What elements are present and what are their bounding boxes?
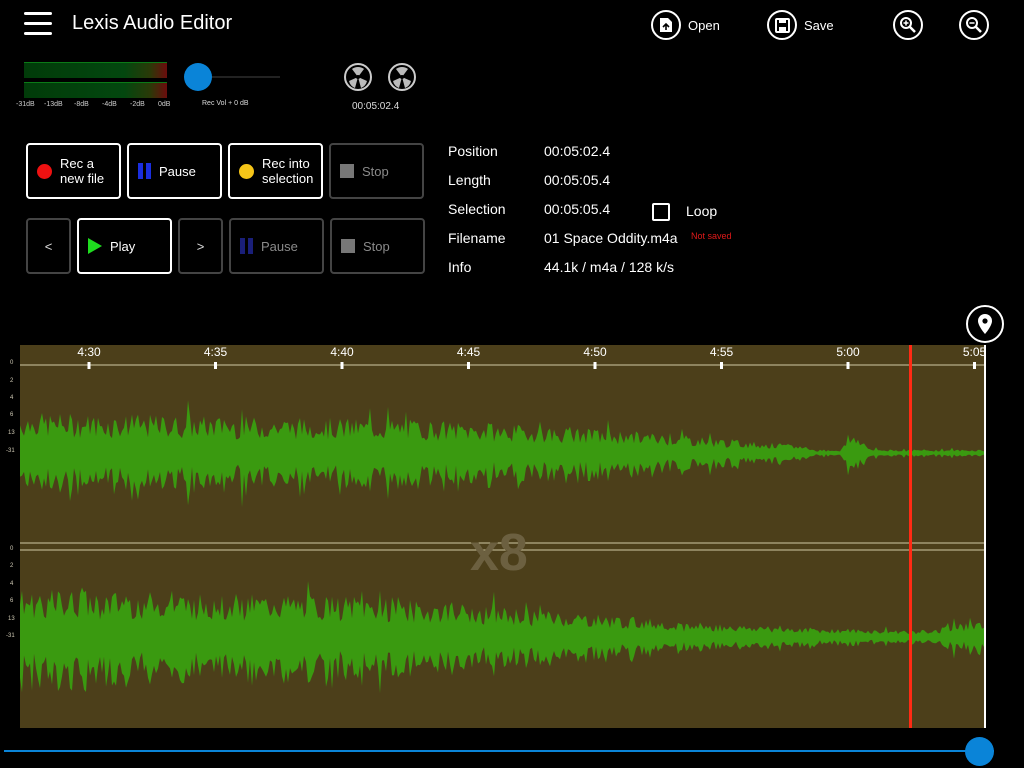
- tape-reel-icon: [388, 63, 416, 91]
- pause-icon: [138, 163, 151, 179]
- meter-scale-label: -8dB: [74, 101, 89, 108]
- position-scroll-thumb[interactable]: [965, 737, 994, 766]
- timeline-tick-label: 5:00: [836, 345, 860, 359]
- zoom-level: x8: [470, 524, 528, 582]
- loop-label[interactable]: Loop: [686, 203, 717, 219]
- timeline-tick-label: 5:05: [962, 345, 987, 359]
- waveform-right-channel: [20, 581, 986, 694]
- timeline-tick-label: 4:50: [583, 345, 607, 359]
- rec-stop-button[interactable]: Stop: [329, 143, 424, 199]
- tape-reel-icon: [344, 63, 372, 91]
- level-meter-left: [24, 62, 167, 78]
- db-scale-label: 2: [10, 378, 14, 384]
- open-file-icon: [651, 10, 681, 40]
- record-dot-icon: [37, 163, 52, 179]
- stop-icon: [340, 164, 354, 178]
- prev-button[interactable]: <: [26, 218, 71, 274]
- play-pause-label: Pause: [261, 238, 298, 254]
- meter-scale-label: -13dB: [44, 101, 63, 108]
- db-scale-label: 6: [10, 598, 14, 604]
- prev-label: <: [44, 238, 53, 254]
- playhead-cursor[interactable]: [909, 345, 912, 728]
- timeline-tick-label: 4:55: [709, 345, 734, 359]
- db-scale-label: 4: [10, 581, 14, 587]
- level-meter-right: [24, 82, 167, 98]
- db-scale-label: 0: [10, 546, 14, 552]
- play-icon: [88, 238, 102, 254]
- rec-new-file-button[interactable]: Rec a new file: [26, 143, 121, 199]
- zoom-in-button[interactable]: [893, 8, 923, 42]
- floppy-disk-icon: [767, 10, 797, 40]
- rec-new-file-label-line2: new file: [60, 171, 105, 186]
- rec-new-file-label-line1: Rec a: [60, 156, 94, 171]
- length-value: 00:05:05.4: [544, 172, 611, 188]
- play-button[interactable]: Play: [77, 218, 172, 274]
- db-scale-label: 13: [8, 430, 15, 436]
- db-scale-label: -31: [6, 633, 15, 639]
- play-stop-button[interactable]: Stop: [330, 218, 425, 274]
- zoom-in-icon: [893, 10, 923, 40]
- db-scale-label: 4: [10, 395, 14, 401]
- record-dot-icon: [239, 163, 254, 179]
- timeline-tick-label: 4:35: [203, 345, 228, 359]
- filename-label: Filename: [448, 230, 506, 246]
- db-scale-label: 0: [10, 360, 14, 366]
- rec-volume-label: Rec Vol + 0 dB: [202, 100, 249, 107]
- play-pause-button[interactable]: Pause: [229, 218, 324, 274]
- app-title: Lexis Audio Editor: [72, 12, 233, 34]
- filename-value: 01 Space Oddity.m4a: [544, 230, 678, 246]
- position-scroll-track[interactable]: [4, 750, 994, 752]
- meter-scale-label: 0dB: [158, 101, 171, 108]
- open-button[interactable]: Open: [651, 8, 720, 42]
- timeline-tick-label: 4:30: [77, 345, 101, 359]
- meter-scale-label: -2dB: [130, 101, 145, 108]
- reel-time: 00:05:02.4: [352, 101, 400, 112]
- rec-into-selection-label-line2: selection: [262, 171, 314, 186]
- location-pin-icon: [978, 314, 992, 334]
- pause-icon: [240, 238, 253, 254]
- info-value: 44.1k / m4a / 128 k/s: [544, 259, 674, 275]
- zoom-out-button[interactable]: [959, 8, 989, 42]
- marker-pin-button[interactable]: [966, 305, 1004, 343]
- waveform-view[interactable]: 4:30 4:35 4:40 4:45 4:50 4:55 5:00 5:05 0 2 4 6…: [6, 345, 987, 728]
- open-label: Open: [688, 17, 720, 33]
- rec-volume-track[interactable]: [200, 76, 280, 78]
- db-scale-label: 2: [10, 563, 14, 569]
- stop-icon: [341, 239, 355, 253]
- rec-stop-label: Stop: [362, 163, 389, 179]
- length-label: Length: [448, 172, 491, 188]
- zoom-out-icon: [959, 10, 989, 40]
- menu-icon[interactable]: [24, 12, 52, 36]
- selection-label: Selection: [448, 201, 506, 217]
- waveform-left-channel: [20, 400, 986, 508]
- db-scale-label: -31: [6, 448, 15, 454]
- save-label: Save: [804, 17, 834, 33]
- timeline-tick-label: 4:45: [456, 345, 481, 359]
- next-button[interactable]: >: [178, 218, 223, 274]
- rec-volume-slider-thumb[interactable]: [184, 63, 212, 91]
- next-label: >: [196, 238, 205, 254]
- db-scale-label: 6: [10, 412, 14, 418]
- play-stop-label: Stop: [363, 238, 390, 254]
- rec-pause-label: Pause: [159, 163, 196, 179]
- db-scale-label: 13: [8, 616, 15, 622]
- play-label: Play: [110, 238, 136, 254]
- timeline-tick-label: 4:40: [330, 345, 354, 359]
- selection-value: 00:05:05.4: [544, 201, 611, 217]
- meter-scale-label: -31dB: [16, 101, 35, 108]
- rec-pause-button[interactable]: Pause: [127, 143, 222, 199]
- not-saved-badge: Not saved: [691, 231, 732, 241]
- position-label: Position: [448, 143, 498, 159]
- loop-checkbox[interactable]: [652, 203, 670, 221]
- rec-into-selection-label-line1: Rec into: [262, 156, 310, 171]
- rec-into-selection-button[interactable]: Rec into selection: [228, 143, 323, 199]
- save-button[interactable]: Save: [767, 8, 834, 42]
- info-label: Info: [448, 259, 472, 275]
- track-end-marker: [984, 345, 986, 728]
- position-value: 00:05:02.4: [544, 143, 611, 159]
- meter-scale-label: -4dB: [102, 101, 117, 108]
